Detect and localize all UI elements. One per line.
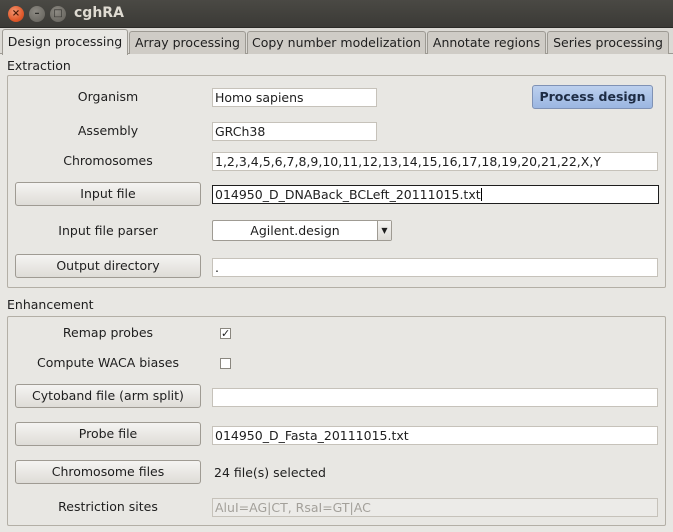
remap-probes-checkbox[interactable]: ✓ (220, 328, 231, 339)
window-title: cghRA (74, 5, 124, 21)
chromosome-files-button[interactable]: Chromosome files (15, 460, 201, 484)
input-file-value: 014950_D_DNABack_BCLeft_20111015.txt (215, 187, 481, 202)
enhancement-group (7, 316, 666, 526)
probe-file-field[interactable]: 014950_D_Fasta_20111015.txt (212, 426, 658, 445)
organism-field[interactable]: Homo sapiens (212, 88, 377, 107)
input-file-parser-label: Input file parser (58, 223, 158, 238)
compute-waca-label: Compute WACA biases (36, 355, 180, 370)
tab-design-processing[interactable]: Design processing (2, 29, 128, 55)
input-file-button[interactable]: Input file (15, 182, 201, 206)
output-directory-field[interactable]: . (212, 258, 658, 277)
input-file-parser-select[interactable]: Agilent.design ▼ (212, 220, 392, 241)
enhancement-section-label: Enhancement (7, 297, 94, 312)
tab-copy-number-modelization[interactable]: Copy number modelization (247, 31, 426, 54)
minimize-window-button[interactable]: – (29, 6, 45, 22)
title-bar: × – □ cghRA (0, 0, 673, 28)
input-file-field[interactable]: 014950_D_DNABack_BCLeft_20111015.txt (212, 185, 659, 204)
maximize-window-button[interactable]: □ (50, 6, 66, 22)
remap-probes-label: Remap probes (62, 325, 154, 340)
probe-file-button[interactable]: Probe file (15, 422, 201, 446)
parser-selected-value: Agilent.design (250, 223, 340, 238)
restriction-sites-field: AluI=AG|CT, RsaI=GT|AC (212, 498, 658, 517)
cytoband-file-field[interactable] (212, 388, 658, 407)
cytoband-file-button[interactable]: Cytoband file (arm split) (15, 384, 201, 408)
chevron-down-icon[interactable]: ▼ (377, 221, 391, 240)
tab-annotate-regions[interactable]: Annotate regions (427, 31, 546, 54)
close-window-button[interactable]: × (8, 6, 24, 22)
organism-label: Organism (77, 89, 139, 104)
tab-series-processing[interactable]: Series processing (547, 31, 669, 54)
chromosomes-field[interactable]: 1,2,3,4,5,6,7,8,9,10,11,12,13,14,15,16,1… (212, 152, 658, 171)
chromosomes-label: Chromosomes (63, 153, 153, 168)
tab-bar: Design processing Array processing Copy … (0, 29, 673, 55)
process-design-button[interactable]: Process design (532, 85, 653, 109)
design-processing-panel: Extraction Organism Homo sapiens Process… (0, 54, 673, 532)
assembly-label: Assembly (77, 123, 139, 138)
assembly-field[interactable]: GRCh38 (212, 122, 377, 141)
text-caret (480, 188, 482, 201)
tab-array-processing[interactable]: Array processing (129, 31, 246, 54)
output-directory-button[interactable]: Output directory (15, 254, 201, 278)
chromosome-files-status: 24 file(s) selected (214, 465, 326, 480)
extraction-section-label: Extraction (7, 58, 71, 73)
compute-waca-checkbox[interactable] (220, 358, 231, 369)
restriction-sites-label: Restriction sites (58, 499, 158, 514)
